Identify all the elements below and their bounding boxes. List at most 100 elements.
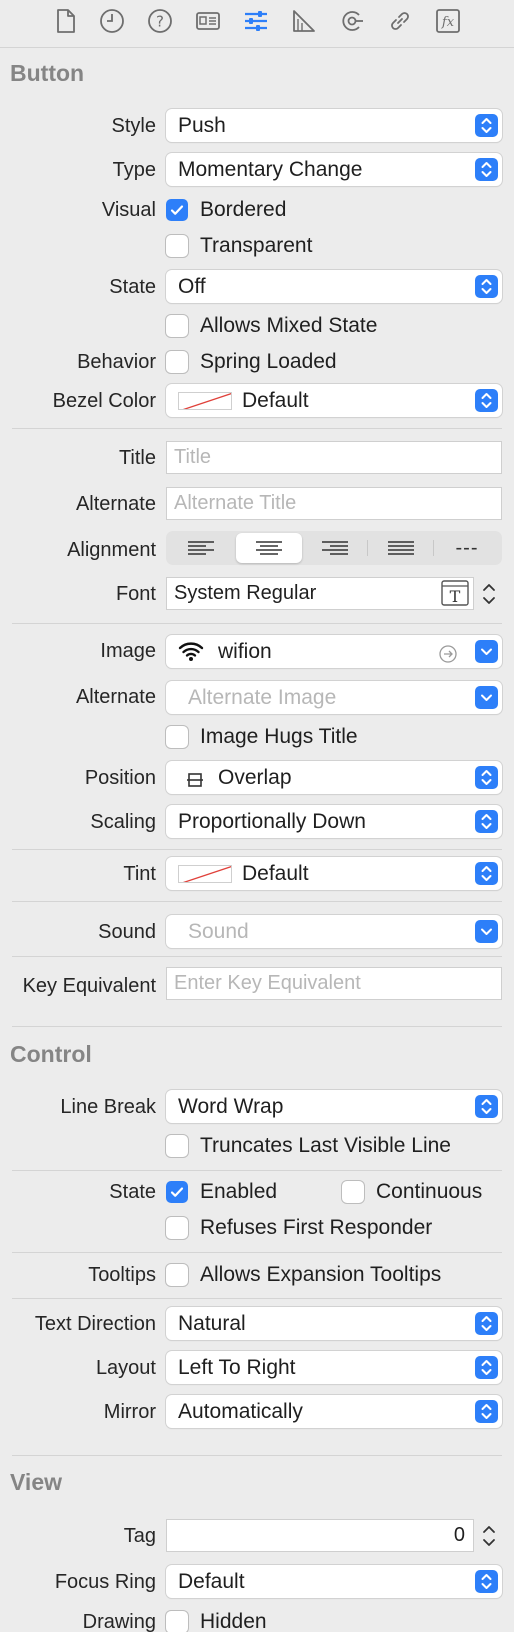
align-left-icon[interactable]: [168, 533, 234, 563]
text-direction-popup[interactable]: Natural: [166, 1307, 502, 1340]
key-equivalent-field[interactable]: Enter Key Equivalent: [166, 967, 502, 1000]
attributes-icon[interactable]: [241, 6, 271, 36]
sound-label: Sound: [98, 921, 156, 943]
tag-stepper[interactable]: [477, 1519, 501, 1553]
font-size-stepper[interactable]: [477, 577, 501, 611]
allows-mixed-state-checkbox[interactable]: Allows Mixed State: [166, 313, 377, 339]
chevron-updown-icon: [475, 1312, 498, 1335]
state-value: Off: [178, 275, 206, 298]
svg-text:T: T: [450, 587, 461, 606]
align-justified-icon[interactable]: [368, 533, 434, 563]
line-break-popup[interactable]: Word Wrap: [166, 1090, 502, 1123]
align-natural-text: ---: [455, 536, 479, 559]
chevron-updown-icon: [475, 1095, 498, 1118]
divider: [12, 428, 502, 429]
focus-ring-value: Default: [178, 1570, 245, 1593]
tint-popup[interactable]: Default: [166, 857, 502, 890]
mirror-value: Automatically: [178, 1400, 303, 1423]
align-right-icon[interactable]: [302, 533, 368, 563]
title-field[interactable]: Title: [166, 441, 502, 474]
type-popup[interactable]: Momentary Change: [166, 153, 502, 186]
font-value: System Regular: [174, 582, 317, 604]
layout-value: Left To Right: [178, 1356, 296, 1379]
divider: [12, 1026, 502, 1027]
bordered-checkbox[interactable]: Bordered: [166, 197, 286, 223]
bezel-color-popup[interactable]: Default: [166, 384, 502, 417]
state-popup[interactable]: Off: [166, 270, 502, 303]
mirror-popup[interactable]: Automatically: [166, 1395, 502, 1428]
scaling-value: Proportionally Down: [178, 810, 366, 833]
control-state-label: State: [109, 1181, 156, 1203]
font-field[interactable]: System Regular T: [166, 577, 474, 610]
truncates-last-line-checkbox[interactable]: Truncates Last Visible Line: [166, 1133, 451, 1159]
connections-icon[interactable]: [337, 6, 367, 36]
line-break-label: Line Break: [60, 1096, 156, 1118]
font-picker-icon[interactable]: T: [441, 580, 469, 616]
file-icon[interactable]: [50, 6, 80, 36]
enabled-checkbox[interactable]: Enabled: [166, 1179, 277, 1205]
overlap-position-icon: [186, 765, 204, 798]
spring-loaded-checkbox[interactable]: Spring Loaded: [166, 349, 337, 375]
bordered-label: Bordered: [200, 198, 287, 221]
layout-popup[interactable]: Left To Right: [166, 1351, 502, 1384]
tint-value: Default: [242, 862, 309, 885]
behavior-label: Behavior: [77, 351, 156, 373]
align-center-icon[interactable]: [236, 533, 302, 563]
focus-ring-popup[interactable]: Default: [166, 1565, 502, 1598]
sound-placeholder: Sound: [188, 920, 249, 943]
alternate-image-label: Alternate: [75, 686, 156, 708]
sound-combo[interactable]: Sound: [166, 915, 502, 948]
image-hugs-title-checkbox[interactable]: Image Hugs Title: [166, 724, 358, 750]
history-icon[interactable]: [97, 6, 127, 36]
allows-expansion-tooltips-checkbox[interactable]: Allows Expansion Tooltips: [166, 1262, 441, 1288]
transparent-label: Transparent: [200, 234, 313, 257]
checkbox-box: [342, 1181, 364, 1203]
bindings-icon[interactable]: [385, 6, 415, 36]
section-title-view: View: [10, 1469, 62, 1495]
align-natural-icon[interactable]: ---: [434, 533, 500, 563]
position-popup[interactable]: Overlap: [166, 761, 502, 794]
key-equivalent-placeholder: Enter Key Equivalent: [174, 972, 361, 994]
chevron-updown-icon: [475, 1356, 498, 1379]
image-value: wifion: [218, 640, 272, 663]
continuous-checkbox[interactable]: Continuous: [342, 1179, 482, 1205]
help-icon[interactable]: ?: [145, 6, 175, 36]
wifi-icon: [178, 639, 204, 672]
divider: [12, 1252, 502, 1253]
checkbox-box: [166, 1135, 188, 1157]
size-ruler-icon[interactable]: [289, 6, 319, 36]
hidden-checkbox[interactable]: Hidden: [166, 1609, 267, 1632]
identity-icon[interactable]: [193, 6, 223, 36]
effects-icon[interactable]: fx: [433, 6, 463, 36]
chevron-updown-icon: [475, 862, 498, 885]
checkbox-box: [166, 1217, 188, 1239]
divider: [12, 1298, 502, 1299]
alternate-image-combo[interactable]: Alternate Image: [166, 681, 502, 714]
chevron-updown-icon: [475, 1570, 498, 1593]
no-color-swatch-icon: [178, 392, 232, 410]
style-popup[interactable]: Push: [166, 109, 502, 142]
image-combo[interactable]: wifion: [166, 635, 502, 668]
chevron-updown-icon: [475, 114, 498, 137]
chevron-down-icon: [475, 686, 498, 709]
refuses-first-responder-checkbox[interactable]: Refuses First Responder: [166, 1215, 432, 1241]
visual-label: Visual: [101, 199, 156, 221]
tag-field[interactable]: 0: [166, 1519, 474, 1552]
position-label: Position: [84, 767, 156, 789]
scaling-popup[interactable]: Proportionally Down: [166, 805, 502, 838]
alternate-title-placeholder: Alternate Title: [174, 492, 297, 514]
alternate-title-field[interactable]: Alternate Title: [166, 487, 502, 520]
go-arrow-circle-icon[interactable]: [438, 641, 458, 674]
section-title-button: Button: [10, 60, 85, 86]
checkmark-icon: [166, 1181, 188, 1203]
truncates-last-line-label: Truncates Last Visible Line: [200, 1134, 451, 1157]
tint-label: Tint: [123, 863, 156, 885]
tag-label: Tag: [123, 1525, 156, 1547]
refuses-first-responder-label: Refuses First Responder: [200, 1216, 433, 1239]
continuous-label: Continuous: [376, 1180, 483, 1203]
transparent-checkbox[interactable]: Transparent: [166, 233, 312, 259]
type-value: Momentary Change: [178, 158, 363, 181]
alternate-image-placeholder: Alternate Image: [188, 686, 337, 709]
divider: [12, 1455, 502, 1456]
state-label: State: [109, 276, 156, 298]
